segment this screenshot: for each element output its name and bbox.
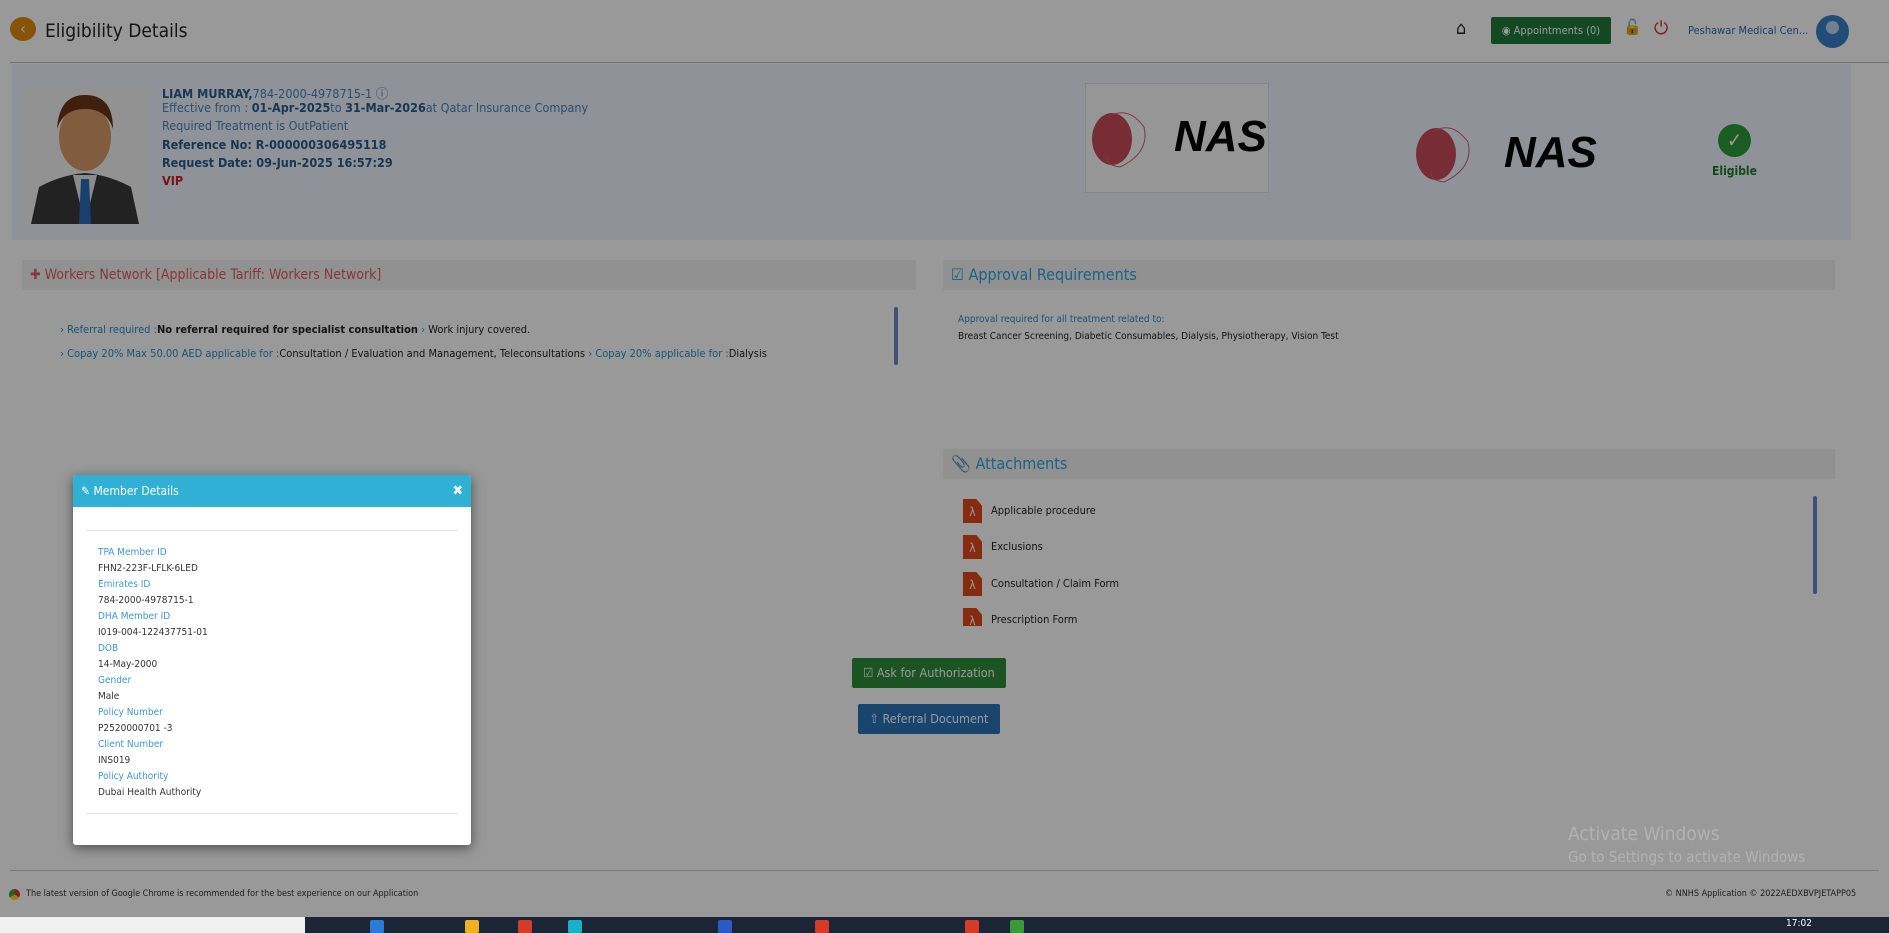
close-icon[interactable]: ✖ [452, 475, 463, 507]
taskbar-app-icon[interactable] [518, 920, 532, 933]
edit-icon: ✎ [81, 484, 94, 498]
activation-watermark-sub: Go to Settings to activate Windows [1568, 848, 1806, 866]
field-label: Client Number [98, 739, 164, 750]
field-value: FHN2-223F-LFLK-6LED [98, 563, 198, 574]
member-fields: TPA Member ID FHN2-223F-LFLK-6LED Emirate… [98, 545, 208, 801]
field-value: I019-004-122437751-01 [98, 627, 208, 638]
field-label: TPA Member ID [98, 547, 167, 558]
taskbar-clock[interactable]: 17:02 [1786, 918, 1812, 929]
modal-header: ✎ Member Details ✖ [73, 475, 471, 507]
edge-icon[interactable] [568, 920, 582, 933]
divider [87, 530, 457, 531]
field-label: Policy Number [98, 707, 163, 718]
field-label: Emirates ID [98, 579, 151, 590]
field-label: Policy Authority [98, 771, 169, 782]
chrome-icon[interactable] [965, 920, 979, 933]
field-label: DOB [98, 643, 119, 654]
folder-icon[interactable] [465, 920, 479, 933]
field-value: Dubai Health Authority [98, 787, 202, 798]
field-label: Gender [98, 675, 132, 686]
excel-icon[interactable] [1010, 920, 1024, 933]
field-value: Male [98, 691, 120, 702]
taskbar-app-icon[interactable] [370, 920, 384, 933]
field-value: 14-May-2000 [98, 659, 158, 670]
member-details-modal: ✎ Member Details ✖ TPA Member ID FHN2-223F… [73, 475, 471, 845]
activation-watermark: Activate Windows [1568, 823, 1720, 845]
field-value: P2520000701 -3 [98, 723, 173, 734]
field-label: DHA Member ID [98, 611, 171, 622]
field-value: 784-2000-4978715-1 [98, 595, 194, 606]
field-value: INS019 [98, 755, 131, 766]
chrome-icon[interactable] [815, 920, 829, 933]
modal-title: Member Details [93, 484, 179, 498]
word-icon[interactable] [718, 920, 732, 933]
taskbar-search[interactable] [0, 917, 305, 933]
divider [87, 813, 457, 814]
